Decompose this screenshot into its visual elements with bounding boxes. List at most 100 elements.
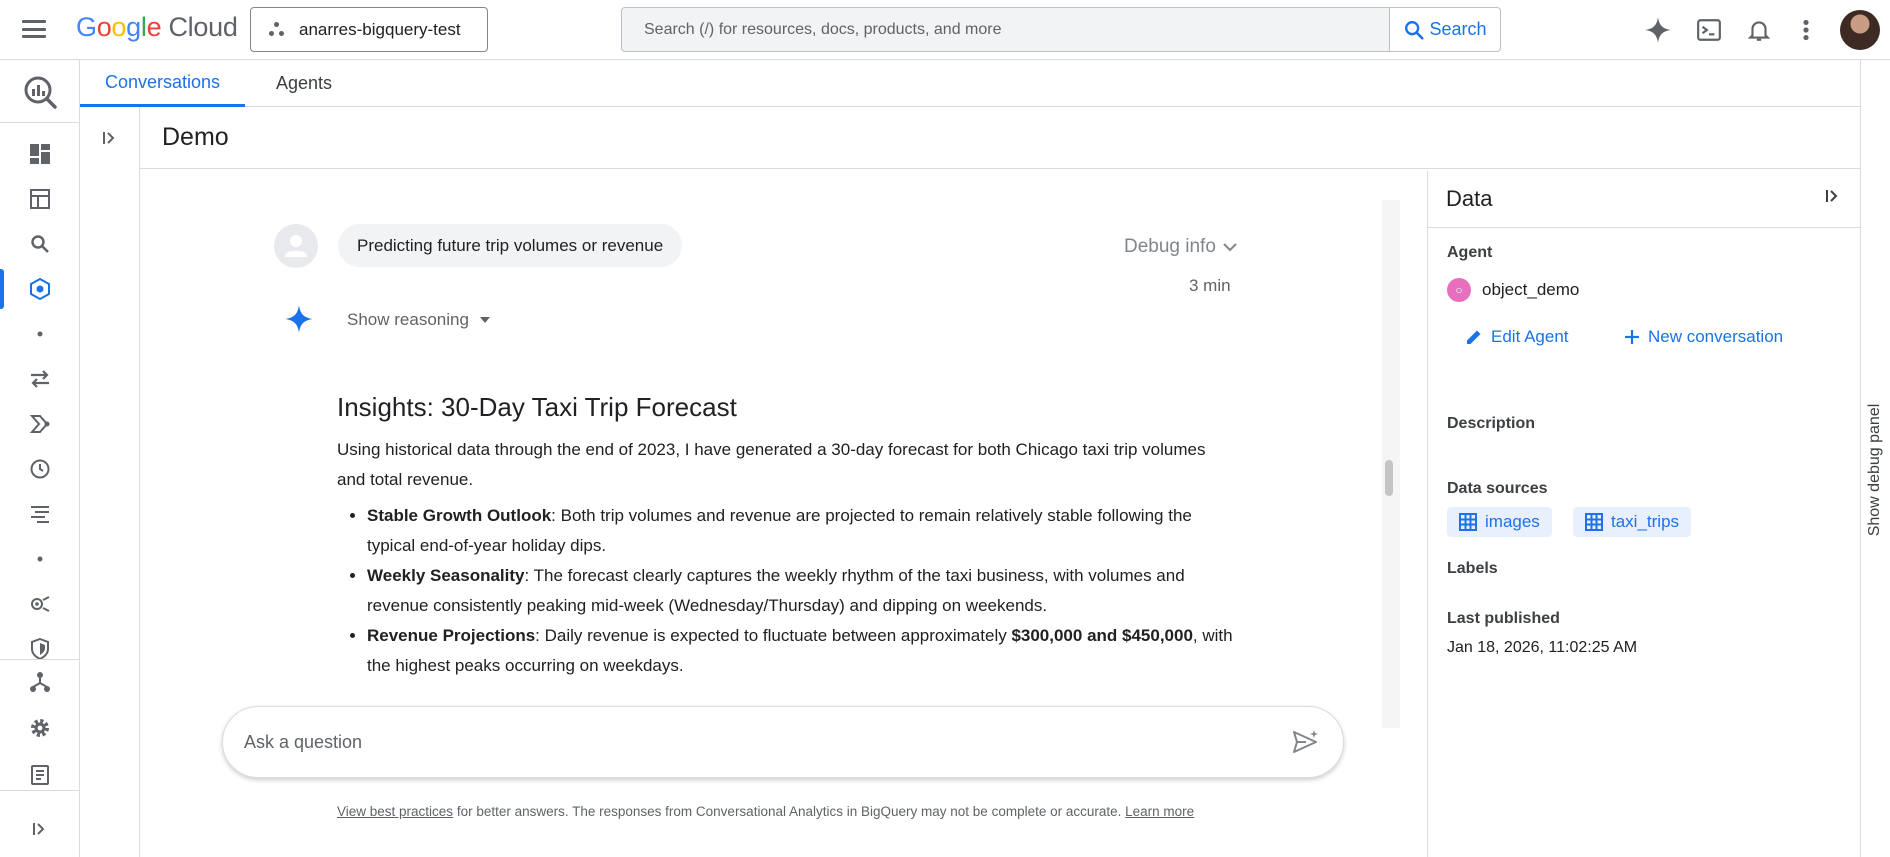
- scrollbar-thumb[interactable]: [1385, 460, 1393, 496]
- dot-icon-2: [28, 547, 52, 571]
- view-best-practices-link[interactable]: View best practices: [337, 804, 453, 819]
- insights-title: Insights: 30-Day Taxi Trip Forecast: [337, 392, 737, 422]
- pencil-icon: [1467, 330, 1481, 344]
- data-sources-label: Data sources: [1447, 480, 1548, 497]
- gemini-icon[interactable]: [1644, 14, 1672, 46]
- dashboard-icon[interactable]: [28, 142, 52, 166]
- shield-icon[interactable]: [28, 637, 52, 661]
- pipeline-icon[interactable]: [28, 412, 52, 436]
- disclaimer-text: for better answers. The responses from C…: [453, 804, 1126, 819]
- page-title: Demo: [162, 123, 229, 151]
- settings-icon[interactable]: [28, 716, 52, 740]
- list-item: Revenue Projections: Daily revenue is ex…: [367, 621, 1237, 681]
- google-cloud-logo[interactable]: Google Cloud: [76, 12, 238, 43]
- bullet-emphasis: $300,000 and $450,000: [1011, 626, 1193, 645]
- message-time: 3 min: [1189, 276, 1231, 295]
- gemini-spark-icon: [284, 304, 314, 339]
- project-picker[interactable]: anarres-bigquery-test: [250, 7, 488, 52]
- explorer-icon[interactable]: [28, 187, 52, 211]
- table-icon: [1585, 513, 1603, 531]
- tab-conversations[interactable]: Conversations: [80, 60, 246, 107]
- debug-info-label: Debug info: [1124, 236, 1216, 257]
- learn-more-link[interactable]: Learn more: [1125, 804, 1194, 819]
- search-input[interactable]: [622, 8, 1389, 51]
- terminal-icon[interactable]: [1696, 14, 1722, 46]
- last-published-label: Last published: [1447, 610, 1560, 627]
- graph-icon[interactable]: [28, 670, 52, 694]
- list-item: Weekly Seasonality: The forecast clearly…: [367, 561, 1237, 621]
- conversation-list-collapsed: [80, 107, 140, 857]
- data-panel: Data Agent ○ object_demo Edit Agent New …: [1427, 170, 1861, 857]
- logo-cloud-text: Cloud: [168, 12, 238, 42]
- table-icon: [1459, 513, 1477, 531]
- show-reasoning-toggle[interactable]: Show reasoning: [347, 310, 491, 330]
- labels-label: Labels: [1447, 560, 1498, 577]
- tabs-bar: Conversations Agents: [80, 60, 1860, 107]
- data-source-chip[interactable]: images: [1447, 507, 1552, 537]
- disclaimer: View best practices for better answers. …: [337, 804, 1194, 819]
- caret-down-icon: [479, 317, 490, 323]
- tune-icon[interactable]: [28, 502, 52, 526]
- bullet-heading: Revenue Projections: [367, 626, 536, 645]
- more-vert-icon[interactable]: [1796, 14, 1816, 46]
- insights-list: Stable Growth Outlook: Both trip volumes…: [337, 501, 1237, 681]
- observe-icon[interactable]: [28, 592, 52, 616]
- ask-question-box: [222, 706, 1344, 778]
- data-source-name: images: [1485, 512, 1540, 531]
- notes-icon[interactable]: [28, 763, 52, 787]
- data-source-chip[interactable]: taxi_trips: [1573, 507, 1692, 537]
- list-item: Stable Growth Outlook: Both trip volumes…: [367, 501, 1237, 561]
- bigquery-logo-icon[interactable]: [20, 72, 60, 112]
- search-bar: Search: [621, 7, 1501, 52]
- data-panel-title: Data: [1446, 186, 1493, 211]
- new-conversation-label: New conversation: [1648, 327, 1784, 346]
- tab-agents[interactable]: Agents: [251, 60, 357, 107]
- show-debug-panel-label: Show debug panel: [1866, 403, 1883, 537]
- left-nav-rail: [0, 60, 80, 857]
- expand-conversations-icon[interactable]: [102, 130, 118, 151]
- send-icon: [1293, 730, 1318, 753]
- last-published-value: Jan 18, 2026, 11:02:25 AM: [1447, 639, 1638, 656]
- user-avatar-icon: [274, 224, 318, 268]
- ask-question-input[interactable]: [223, 731, 1281, 753]
- project-icon: [269, 21, 285, 38]
- search-button-label: Search: [1429, 19, 1487, 39]
- dot-icon: [28, 322, 52, 346]
- user-message: Predicting future trip volumes or revenu…: [338, 224, 683, 267]
- chat-area: Predicting future trip volumes or revenu…: [140, 170, 1427, 857]
- agent-label: Agent: [1447, 244, 1493, 261]
- agent-avatar-icon: ○: [1447, 278, 1471, 302]
- chevron-down-icon: [1223, 243, 1237, 252]
- plus-icon: [1625, 330, 1639, 344]
- expand-icon[interactable]: [28, 817, 52, 841]
- search-nav-icon[interactable]: [28, 232, 52, 256]
- avatar[interactable]: [1840, 10, 1880, 50]
- new-conversation-button[interactable]: New conversation: [1624, 327, 1783, 347]
- collapse-panel-icon[interactable]: [1825, 188, 1841, 209]
- search-icon: [1405, 20, 1425, 40]
- insights-intro: Using historical data through the end of…: [337, 440, 1206, 489]
- bullet-heading: Stable Growth Outlook: [367, 506, 552, 525]
- menu-icon[interactable]: [20, 17, 48, 41]
- project-name: anarres-bigquery-test: [299, 19, 461, 39]
- page-header: Demo: [140, 107, 1860, 169]
- data-source-name: taxi_trips: [1611, 512, 1680, 531]
- show-debug-panel-button[interactable]: Show debug panel: [1860, 380, 1890, 560]
- transfer-icon[interactable]: [28, 367, 52, 391]
- description-label: Description: [1447, 415, 1536, 432]
- top-app-bar: Google Cloud anarres-bigquery-test Searc…: [0, 0, 1890, 60]
- bullet-heading: Weekly Seasonality: [367, 566, 525, 585]
- send-button[interactable]: [1281, 717, 1331, 767]
- nav-active-indicator: [0, 269, 4, 309]
- search-button[interactable]: Search: [1389, 8, 1500, 51]
- edit-agent-button[interactable]: Edit Agent: [1465, 327, 1569, 347]
- edit-agent-label: Edit Agent: [1491, 327, 1569, 346]
- data-panel-header: Data: [1428, 170, 1861, 228]
- bell-icon[interactable]: [1746, 14, 1772, 46]
- history-icon[interactable]: [28, 457, 52, 481]
- insights-response: Insights: 30-Day Taxi Trip Forecast Usin…: [337, 392, 1237, 681]
- show-reasoning-label: Show reasoning: [347, 310, 469, 329]
- debug-info-toggle[interactable]: Debug info: [1124, 236, 1238, 258]
- agent-name-row: ○ object_demo: [1447, 278, 1579, 302]
- agent-nav-icon[interactable]: [28, 277, 52, 301]
